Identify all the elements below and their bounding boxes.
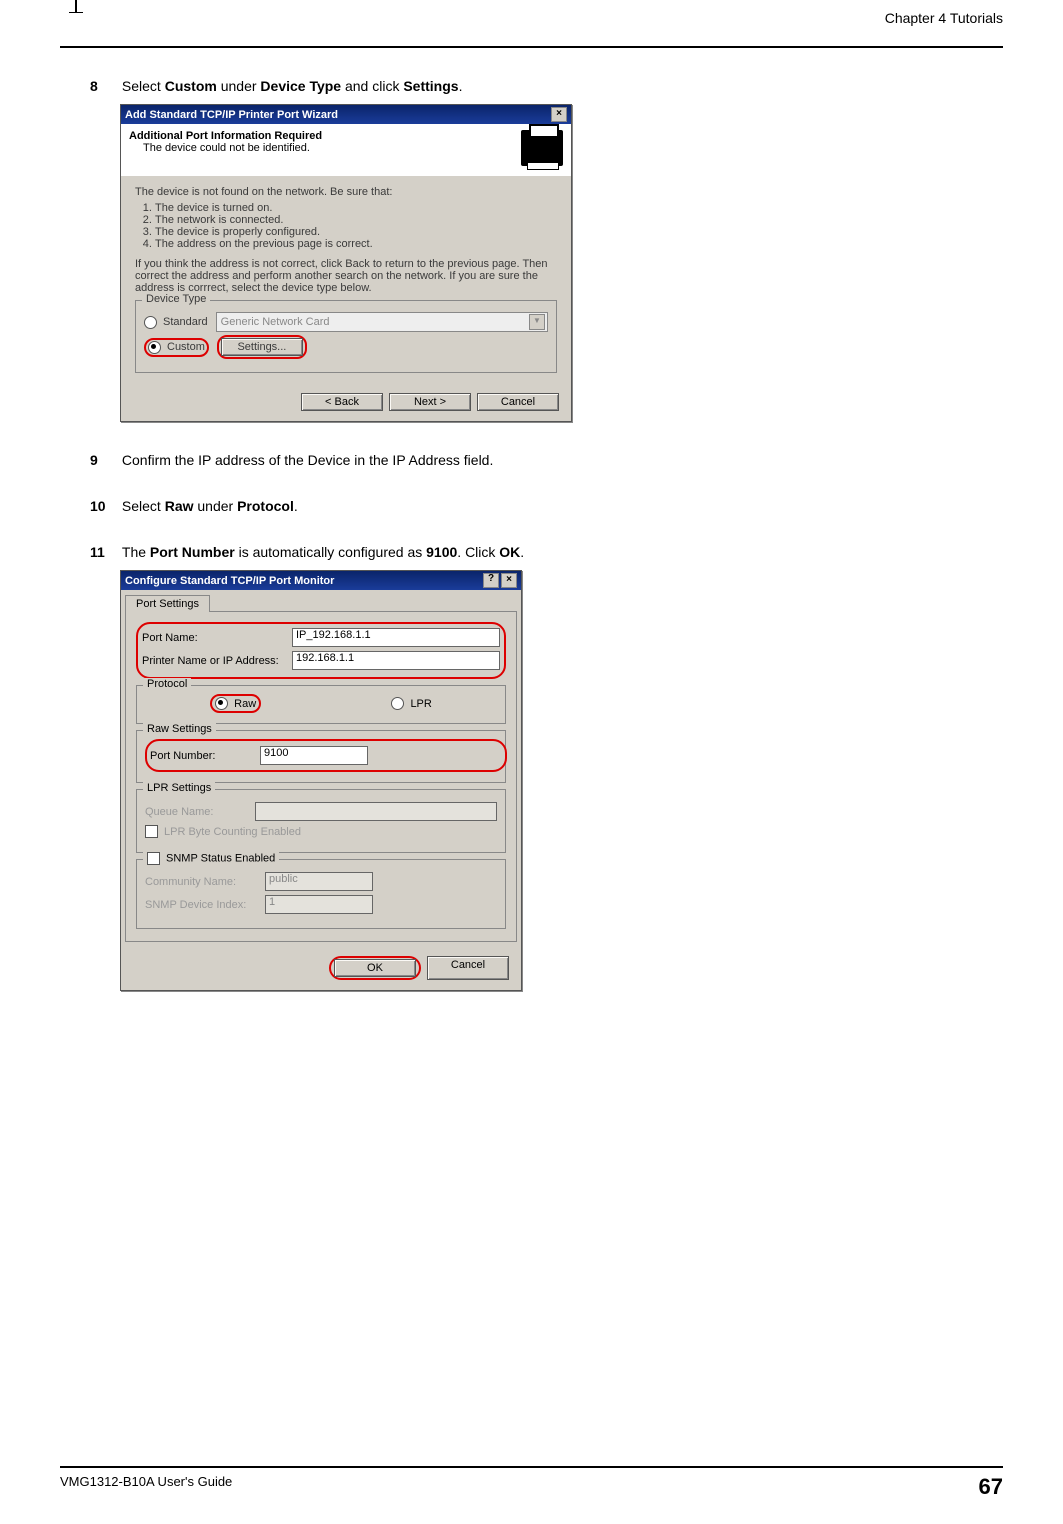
queue-name-input (255, 802, 497, 821)
combo-value: Generic Network Card (221, 316, 330, 328)
port-number-label: Port Number: (150, 750, 260, 762)
radio-standard-row[interactable]: Standard Generic Network Card ▼ (144, 312, 548, 332)
step-text: Select Raw under Protocol. (122, 498, 995, 514)
step-text: The Port Number is automatically configu… (122, 544, 995, 560)
wizard-dialog: Add Standard TCP/IP Printer Port Wizard … (120, 104, 572, 422)
cancel-button[interactable]: Cancel (477, 393, 559, 411)
radio-icon[interactable] (391, 697, 404, 710)
radio-icon[interactable] (215, 697, 228, 710)
ip-address-row: Printer Name or IP Address: 192.168.1.1 (142, 651, 500, 670)
protocol-fieldset: Protocol Raw LPR (136, 685, 506, 724)
settings-button[interactable]: Settings... (221, 338, 303, 356)
radio-icon[interactable] (144, 316, 157, 329)
fieldset-legend: Protocol (143, 678, 191, 690)
tab-panel: Port Name: IP_192.168.1.1 Printer Name o… (125, 611, 517, 942)
port-name-label: Port Name: (142, 632, 292, 644)
step-9: 9 Confirm the IP address of the Device i… (90, 452, 1003, 468)
step-10: 10 Select Raw under Protocol. (90, 498, 1003, 514)
community-row: Community Name: public (145, 872, 497, 891)
fieldset-legend: SNMP Status Enabled (143, 852, 279, 865)
banner-subtitle: The device could not be identified. (143, 142, 322, 154)
fieldset-legend: LPR Settings (143, 782, 215, 794)
step-number: 9 (90, 452, 118, 468)
cancel-button[interactable]: Cancel (427, 956, 509, 980)
ip-input[interactable]: 192.168.1.1 (292, 651, 500, 670)
close-icon[interactable]: × (501, 573, 517, 588)
snmp-index-label: SNMP Device Index: (145, 899, 265, 911)
banner-title: Additional Port Information Required (129, 130, 322, 142)
port-name-input[interactable]: IP_192.168.1.1 (292, 628, 500, 647)
fieldset-legend: Device Type (142, 293, 210, 305)
ok-button[interactable]: OK (334, 959, 416, 977)
checklist: The device is turned on. The network is … (155, 202, 557, 250)
guide-title: VMG1312-B10A User's Guide (60, 1474, 232, 1500)
list-item: The address on the previous page is corr… (155, 238, 557, 250)
snmp-fieldset: SNMP Status Enabled Community Name: publ… (136, 859, 506, 929)
community-input: public (265, 872, 373, 891)
radio-label: Standard (163, 316, 208, 328)
snmp-index-input: 1 (265, 895, 373, 914)
button-row: < Back Next > Cancel (121, 383, 571, 421)
header-rule (60, 46, 1003, 48)
page-number: 67 (979, 1474, 1003, 1500)
radio-lpr: LPR (410, 698, 431, 710)
tab-port-settings[interactable]: Port Settings (125, 595, 210, 612)
radio-lpr-row[interactable]: LPR (391, 694, 431, 713)
checkbox-icon[interactable] (147, 852, 160, 865)
fieldset-legend: Raw Settings (143, 723, 216, 735)
lpr-settings-fieldset: LPR Settings Queue Name: LPR Byte Counti… (136, 789, 506, 853)
body-intro: The device is not found on the network. … (135, 186, 557, 198)
port-number-row: Port Number: 9100 (150, 746, 502, 765)
step-11: 11 The Port Number is automatically conf… (90, 544, 1003, 560)
checkbox-icon (145, 825, 158, 838)
step-8: 8 Select Custom under Device Type and cl… (90, 78, 1003, 94)
radio-raw: Raw (234, 698, 256, 710)
dialog-body: The device is not found on the network. … (121, 176, 571, 383)
next-button[interactable]: Next > (389, 393, 471, 411)
button-row: OK Cancel (121, 946, 521, 990)
chevron-down-icon[interactable]: ▼ (529, 314, 545, 330)
banner: Additional Port Information Required The… (121, 124, 571, 176)
lpr-byte-row: LPR Byte Counting Enabled (145, 825, 497, 838)
list-item: The device is properly configured. (155, 226, 557, 238)
lpr-byte-label: LPR Byte Counting Enabled (164, 826, 301, 838)
ip-label: Printer Name or IP Address: (142, 655, 292, 667)
dialog-title: Configure Standard TCP/IP Port Monitor (125, 575, 334, 587)
device-type-fieldset: Device Type Standard Generic Network Car… (135, 300, 557, 373)
radio-label: Custom (167, 341, 205, 353)
close-icon[interactable]: × (551, 107, 567, 122)
port-name-row: Port Name: IP_192.168.1.1 (142, 628, 500, 647)
standard-combo[interactable]: Generic Network Card ▼ (216, 312, 548, 332)
step-number: 8 (90, 78, 118, 94)
help-icon[interactable]: ? (483, 573, 499, 588)
printer-icon (521, 130, 563, 166)
tabstrip: Port Settings (121, 590, 521, 611)
titlebar: Configure Standard TCP/IP Port Monitor ?… (121, 571, 521, 590)
port-monitor-dialog: Configure Standard TCP/IP Port Monitor ?… (120, 570, 522, 991)
radio-icon[interactable] (148, 341, 161, 354)
step-text: Select Custom under Device Type and clic… (122, 78, 995, 94)
queue-label: Queue Name: (145, 806, 255, 818)
body-paragraph: If you think the address is not correct,… (135, 258, 557, 294)
chapter-header: Chapter 4 Tutorials (60, 10, 1003, 26)
crop-mark (75, 0, 77, 12)
dialog-title: Add Standard TCP/IP Printer Port Wizard (125, 109, 338, 121)
community-label: Community Name: (145, 876, 265, 888)
titlebar: Add Standard TCP/IP Printer Port Wizard … (121, 105, 571, 124)
radio-custom-row[interactable]: Custom Settings... (144, 335, 548, 359)
step-number: 10 (90, 498, 118, 514)
snmp-index-row: SNMP Device Index: 1 (145, 895, 497, 914)
step-number: 11 (90, 544, 118, 560)
page-footer: VMG1312-B10A User's Guide 67 (60, 1466, 1003, 1500)
step-text: Confirm the IP address of the Device in … (122, 452, 995, 468)
list-item: The device is turned on. (155, 202, 557, 214)
queue-name-row: Queue Name: (145, 802, 497, 821)
back-button[interactable]: < Back (301, 393, 383, 411)
port-number-input[interactable]: 9100 (260, 746, 368, 765)
list-item: The network is connected. (155, 214, 557, 226)
raw-settings-fieldset: Raw Settings Port Number: 9100 (136, 730, 506, 783)
